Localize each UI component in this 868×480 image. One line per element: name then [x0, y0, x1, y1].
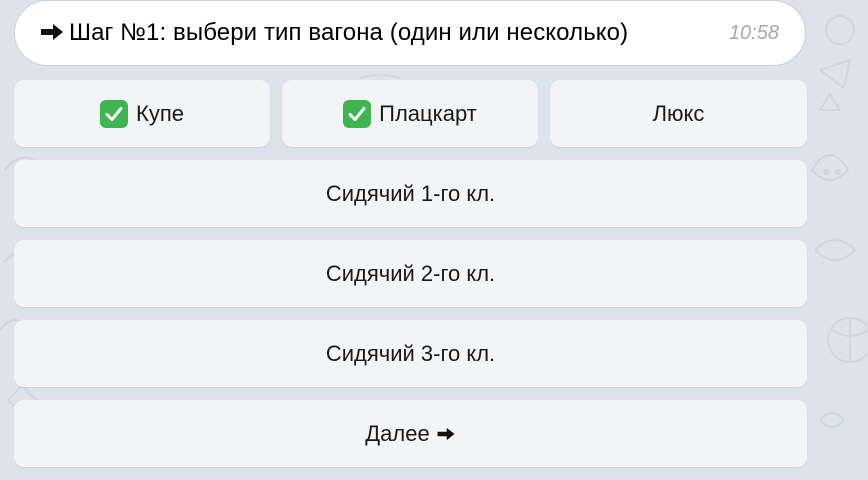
keyboard-button-label: Сидячий 2-го кл.	[325, 260, 496, 286]
keyboard-button-label: Плацкарт	[379, 100, 477, 126]
keyboard-button-seat-class-1[interactable]: Сидячий 1-го кл.	[14, 160, 807, 227]
right-arrow-icon	[41, 23, 63, 40]
keyboard-button-seat-class-3[interactable]: Сидячий 3-го кл.	[14, 320, 807, 387]
message-timestamp: 10:58	[728, 21, 779, 44]
message-text-wrapper: Шаг №1: выбери тип вагона (один или неск…	[39, 19, 628, 47]
right-arrow-icon	[437, 427, 455, 440]
keyboard-button-label: Сидячий 3-го кл.	[325, 340, 496, 366]
keyboard-button-lux[interactable]: Люкс	[550, 80, 807, 147]
keyboard-button-next[interactable]: Далее	[14, 400, 807, 467]
check-mark-icon	[343, 99, 372, 128]
bot-message-bubble: Шаг №1: выбери тип вагона (один или неск…	[14, 0, 806, 66]
keyboard-button-kupe[interactable]: Купе	[14, 80, 270, 147]
message-text: Шаг №1: выбери тип вагона (один или неск…	[69, 19, 629, 46]
keyboard-button-label: Люкс	[652, 100, 705, 126]
keyboard-button-label: Купе	[136, 100, 184, 126]
check-mark-icon	[100, 99, 129, 128]
keyboard-button-label: Сидячий 1-го кл.	[325, 180, 496, 206]
keyboard-button-platskart[interactable]: Плацкарт	[282, 80, 538, 147]
keyboard-button-seat-class-2[interactable]: Сидячий 2-го кл.	[14, 240, 807, 307]
keyboard-button-label: Далее	[365, 420, 430, 446]
